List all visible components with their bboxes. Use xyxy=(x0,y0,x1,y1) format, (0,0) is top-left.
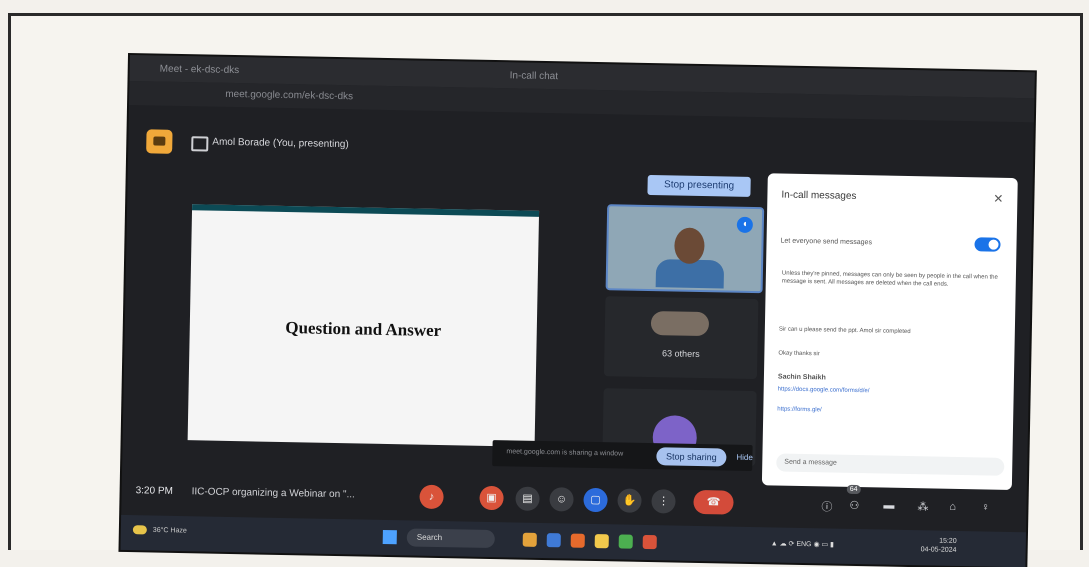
chat-link[interactable]: https://forms.gle/ xyxy=(777,405,992,417)
lang-indicator: ENG xyxy=(796,540,812,549)
participant-head xyxy=(674,227,705,265)
others-tile[interactable]: 63 others xyxy=(603,296,759,380)
chat-link[interactable]: https://docs.google.com/forms/d/e/ xyxy=(778,385,993,397)
stop-sharing-button[interactable]: Stop sharing xyxy=(656,447,727,467)
meet-logo-icon xyxy=(146,129,173,154)
folder-icon[interactable] xyxy=(594,534,609,549)
meeting-clock: 3:20 PM xyxy=(135,485,173,497)
chat-sender: Sachin Shaikh xyxy=(777,373,826,382)
chat-note: Unless they're pinned, messages can only… xyxy=(781,270,998,288)
stop-presenting-button[interactable]: Stop presenting xyxy=(647,174,751,197)
emoji-icon: ☺ xyxy=(555,493,568,506)
weather-widget[interactable]: 36°C Haze xyxy=(132,525,187,535)
captions-icon: ▤ xyxy=(522,492,533,505)
hand-icon: ✋ xyxy=(622,494,637,507)
close-icon[interactable]: ✕ xyxy=(993,192,1003,206)
weather-desc: Haze xyxy=(170,527,187,535)
address-text[interactable]: meet.google.com/ek-dsc-dks xyxy=(225,89,353,102)
messages-toggle[interactable] xyxy=(974,237,1001,252)
taskbar-date: 04-05-2024 xyxy=(920,546,957,554)
present-now-button[interactable]: ▢ xyxy=(583,487,608,513)
presenting-icon xyxy=(191,136,209,152)
meeting-name: IIC-OCP organizing a Webinar on "... xyxy=(191,486,355,501)
camera-off-button[interactable]: ▣ xyxy=(479,485,504,511)
activities-icon[interactable]: ⁂ xyxy=(917,500,928,513)
edge-icon[interactable] xyxy=(546,533,561,548)
hide-share-bar-link[interactable]: Hide xyxy=(736,453,753,462)
present-icon: ▢ xyxy=(590,493,601,507)
mic-off-icon: ♪ xyxy=(428,490,435,503)
speaker-video-tile[interactable]: ◖ xyxy=(605,204,765,294)
toggle-label: Let everyone send messages xyxy=(780,237,873,247)
chat-title: In-call messages xyxy=(781,189,857,202)
chat-panel: In-call messages ✕ Let everyone send mes… xyxy=(761,173,1018,491)
share-bar-text: meet.google.com is sharing a window xyxy=(506,448,624,458)
host-controls-icon[interactable]: ⌂ xyxy=(949,501,956,513)
participant-avatars xyxy=(650,311,710,337)
meet-header: Amol Borade (You, presenting) xyxy=(128,123,1034,180)
people-icon[interactable]: ⚇ xyxy=(849,499,859,512)
app-icon[interactable] xyxy=(522,532,537,547)
end-call-icon: ☎ xyxy=(706,496,721,509)
companion-icon[interactable]: ♀ xyxy=(981,501,989,513)
firefox-icon[interactable] xyxy=(570,533,585,548)
taskbar-clock[interactable]: 15:20 04-05-2024 xyxy=(921,536,957,555)
more-options-button[interactable]: ⋮ xyxy=(651,489,676,514)
captions-button[interactable]: ▤ xyxy=(515,486,540,511)
chat-icon[interactable]: ▬ xyxy=(883,500,894,512)
slide-title: Question and Answer xyxy=(285,318,442,341)
taskbar-search[interactable]: Search xyxy=(406,528,495,549)
raise-hand-button[interactable]: ✋ xyxy=(617,488,642,513)
weather-temp: 36°C xyxy=(152,526,169,535)
mic-off-button[interactable]: ♪ xyxy=(419,484,444,510)
send-message-input[interactable]: Send a message xyxy=(776,453,1005,476)
presented-slide: Question and Answer xyxy=(187,204,540,447)
share-notification-bar: meet.google.com is sharing a window Stop… xyxy=(492,440,753,472)
chat-message: Sir can u please send the ppt. Amol sir … xyxy=(778,326,911,336)
info-icon[interactable]: ⓘ xyxy=(821,498,832,514)
office-icon[interactable] xyxy=(642,534,657,550)
camera-off-icon: ▣ xyxy=(486,491,497,505)
emoji-button[interactable]: ☺ xyxy=(549,487,574,512)
tab-meet[interactable]: Meet - ek-dsc-dks xyxy=(160,63,240,79)
more-icon: ⋮ xyxy=(657,495,670,508)
others-label: 63 others xyxy=(662,348,700,359)
weather-icon xyxy=(132,525,147,535)
tab-chat[interactable]: In-call chat xyxy=(510,69,559,84)
windows-start-icon[interactable] xyxy=(382,529,397,545)
speaking-indicator-icon: ◖ xyxy=(736,216,754,233)
screen: Meet - ek-dsc-dks In-call chat meet.goog… xyxy=(120,55,1035,567)
chat-message: Okay thanks sir xyxy=(778,350,820,358)
presenter-title: Amol Borade (You, presenting) xyxy=(212,136,349,151)
people-count-badge: 64 xyxy=(846,484,861,495)
chrome-icon[interactable] xyxy=(618,534,633,549)
leave-call-button[interactable]: ☎ xyxy=(693,489,734,515)
system-tray[interactable]: ▲ ☁ ⟳ ENG ◉ ▭ ▮ xyxy=(771,539,834,548)
